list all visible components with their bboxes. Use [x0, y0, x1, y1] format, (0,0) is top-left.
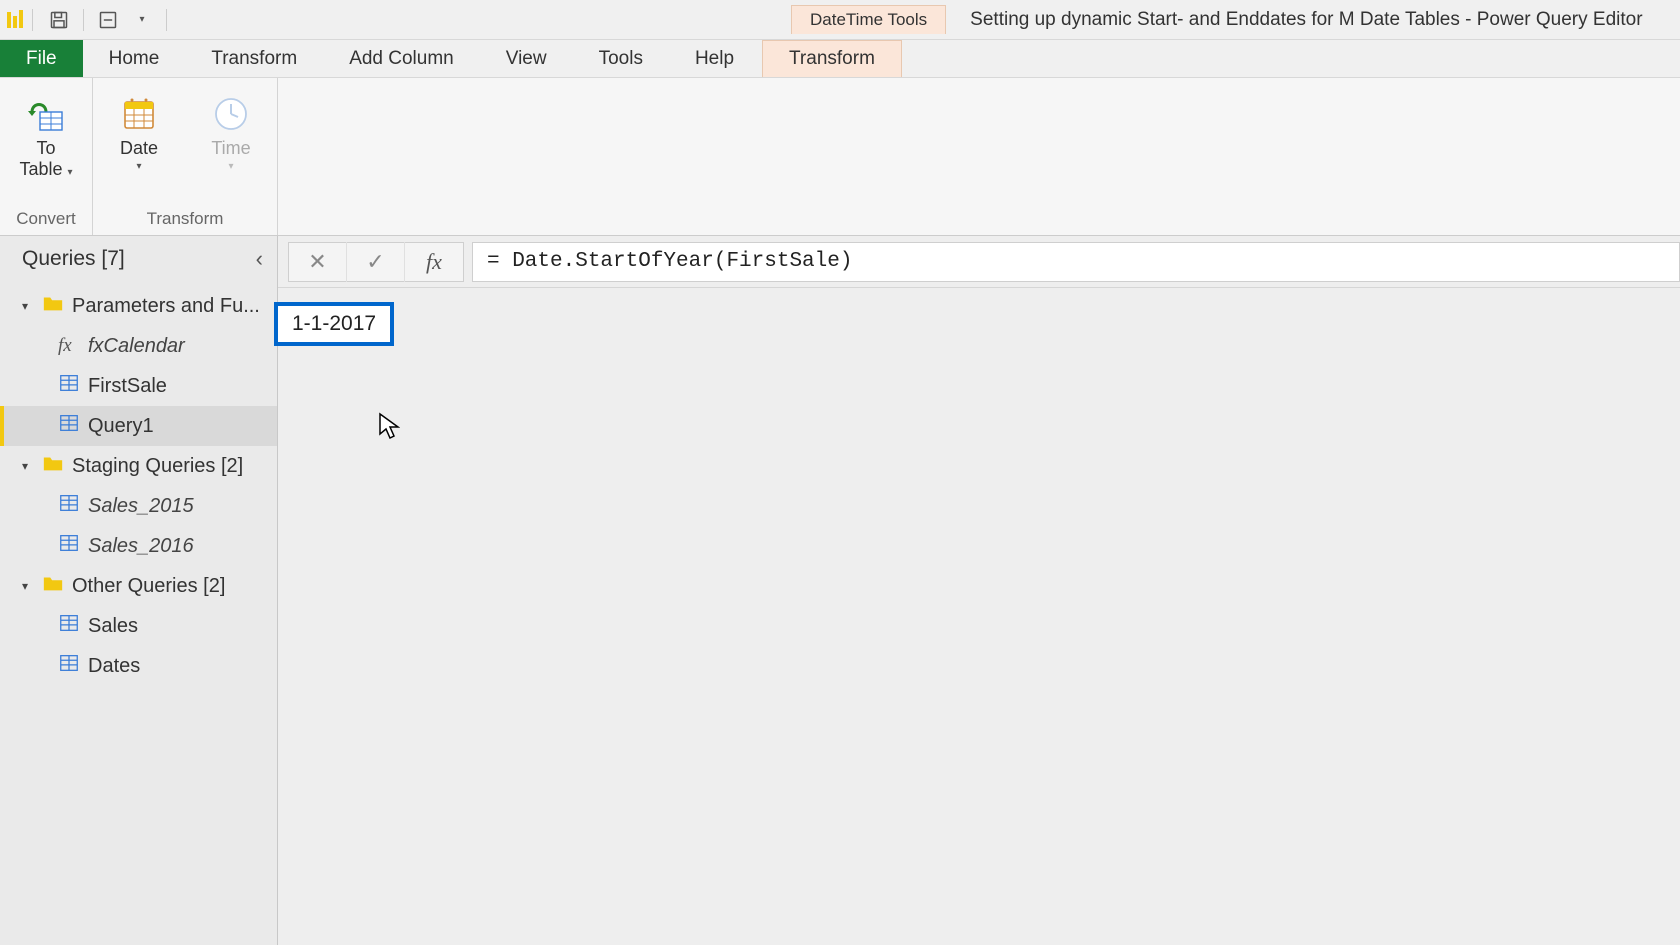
tab-transform-contextual[interactable]: Transform	[762, 40, 902, 77]
query-label: fxCalendar	[88, 335, 185, 358]
main: Queries [7] ‹ Parameters and Fu... fx fx…	[0, 236, 1680, 945]
ribbon-group-label-transform: Transform	[147, 209, 224, 233]
folder-icon	[42, 292, 64, 320]
to-table-label-1: To	[36, 138, 55, 159]
query-dates[interactable]: Dates	[0, 646, 277, 686]
separator	[32, 9, 33, 31]
qat-dropdown[interactable]: ▾	[128, 6, 156, 34]
app-icon	[4, 8, 28, 32]
ribbon-group-label-convert: Convert	[16, 209, 76, 233]
to-table-icon	[26, 90, 66, 138]
chevron-down-icon: ▾	[136, 161, 141, 173]
save-button[interactable]	[45, 6, 73, 34]
query-fxcalendar[interactable]: fx fxCalendar	[0, 326, 277, 366]
time-label: Time	[211, 138, 250, 159]
undo-button[interactable]	[94, 6, 122, 34]
result-area: 1-1-2017	[278, 288, 1680, 945]
folder-staging[interactable]: Staging Queries [2]	[0, 446, 277, 486]
query-label: Sales_2015	[88, 495, 194, 518]
folder-other[interactable]: Other Queries [2]	[0, 566, 277, 606]
ribbon-group-convert: To Table ▾ Convert	[0, 78, 93, 235]
chevron-down-icon: ▾	[68, 167, 73, 178]
query-label: Dates	[88, 655, 140, 678]
table-icon	[58, 532, 80, 560]
mouse-cursor-icon	[378, 412, 400, 447]
result-value[interactable]: 1-1-2017	[274, 302, 394, 346]
to-table-label-2: Table	[19, 159, 62, 179]
separator	[166, 9, 167, 31]
ribbon: To Table ▾ Convert Date ▾ Time ▾ Tran	[0, 78, 1680, 236]
chevron-down-icon	[22, 579, 34, 593]
table-icon	[58, 492, 80, 520]
table-icon	[58, 412, 80, 440]
query-label: Sales_2016	[88, 535, 194, 558]
tab-view[interactable]: View	[480, 40, 573, 77]
table-icon	[58, 372, 80, 400]
queries-pane: Queries [7] ‹ Parameters and Fu... fx fx…	[0, 236, 278, 945]
folder-parameters[interactable]: Parameters and Fu...	[0, 286, 277, 326]
ribbon-tabs: File Home Transform Add Column View Tool…	[0, 40, 1680, 78]
titlebar: ▾ DateTime Tools Setting up dynamic Star…	[0, 0, 1680, 40]
query-label: FirstSale	[88, 375, 167, 398]
folder-icon	[42, 452, 64, 480]
time-button[interactable]: Time ▾	[195, 84, 267, 172]
tab-home[interactable]: Home	[83, 40, 186, 77]
to-table-button[interactable]: To Table ▾	[10, 84, 82, 179]
quick-access-toolbar: ▾	[45, 6, 171, 34]
query-query1[interactable]: Query1	[0, 406, 277, 446]
tab-tools[interactable]: Tools	[573, 40, 669, 77]
folder-label: Other Queries [2]	[72, 575, 225, 598]
queries-title: Queries [7]	[22, 247, 125, 271]
collapse-pane-button[interactable]: ‹	[256, 246, 263, 272]
date-button[interactable]: Date ▾	[103, 84, 175, 172]
table-icon	[58, 652, 80, 680]
queries-tree: Parameters and Fu... fx fxCalendar First…	[0, 282, 277, 690]
ribbon-group-transform: Date ▾ Time ▾ Transform	[93, 78, 278, 235]
chevron-down-icon	[22, 299, 34, 313]
query-label: Sales	[88, 615, 138, 638]
contextual-tab-header: DateTime Tools	[791, 5, 946, 34]
fx-button[interactable]: fx	[405, 242, 463, 282]
folder-icon	[42, 572, 64, 600]
content-area: ✕ ✓ fx = Date.StartOfYear(FirstSale) 1-1…	[278, 236, 1680, 945]
queries-header: Queries [7] ‹	[0, 236, 277, 282]
cancel-formula-button[interactable]: ✕	[289, 242, 347, 282]
folder-label: Staging Queries [2]	[72, 455, 243, 478]
chevron-down-icon	[22, 459, 34, 473]
query-sales[interactable]: Sales	[0, 606, 277, 646]
date-label: Date	[120, 138, 158, 159]
calendar-icon	[119, 90, 159, 138]
formula-bar: ✕ ✓ fx = Date.StartOfYear(FirstSale)	[278, 236, 1680, 288]
window-title: Setting up dynamic Start- and Enddates f…	[970, 9, 1642, 31]
query-firstsale[interactable]: FirstSale	[0, 366, 277, 406]
tab-add-column[interactable]: Add Column	[323, 40, 480, 77]
commit-formula-button[interactable]: ✓	[347, 242, 405, 282]
fx-icon: fx	[58, 335, 80, 357]
query-sales-2015[interactable]: Sales_2015	[0, 486, 277, 526]
query-sales-2016[interactable]: Sales_2016	[0, 526, 277, 566]
tab-file[interactable]: File	[0, 40, 83, 77]
chevron-down-icon: ▾	[228, 161, 233, 173]
clock-icon	[211, 90, 251, 138]
table-icon	[58, 612, 80, 640]
query-label: Query1	[88, 415, 154, 438]
tab-help[interactable]: Help	[669, 40, 760, 77]
formula-bar-buttons: ✕ ✓ fx	[288, 242, 464, 282]
separator	[83, 9, 84, 31]
tab-transform[interactable]: Transform	[185, 40, 323, 77]
folder-label: Parameters and Fu...	[72, 295, 260, 318]
formula-input[interactable]: = Date.StartOfYear(FirstSale)	[472, 242, 1680, 282]
